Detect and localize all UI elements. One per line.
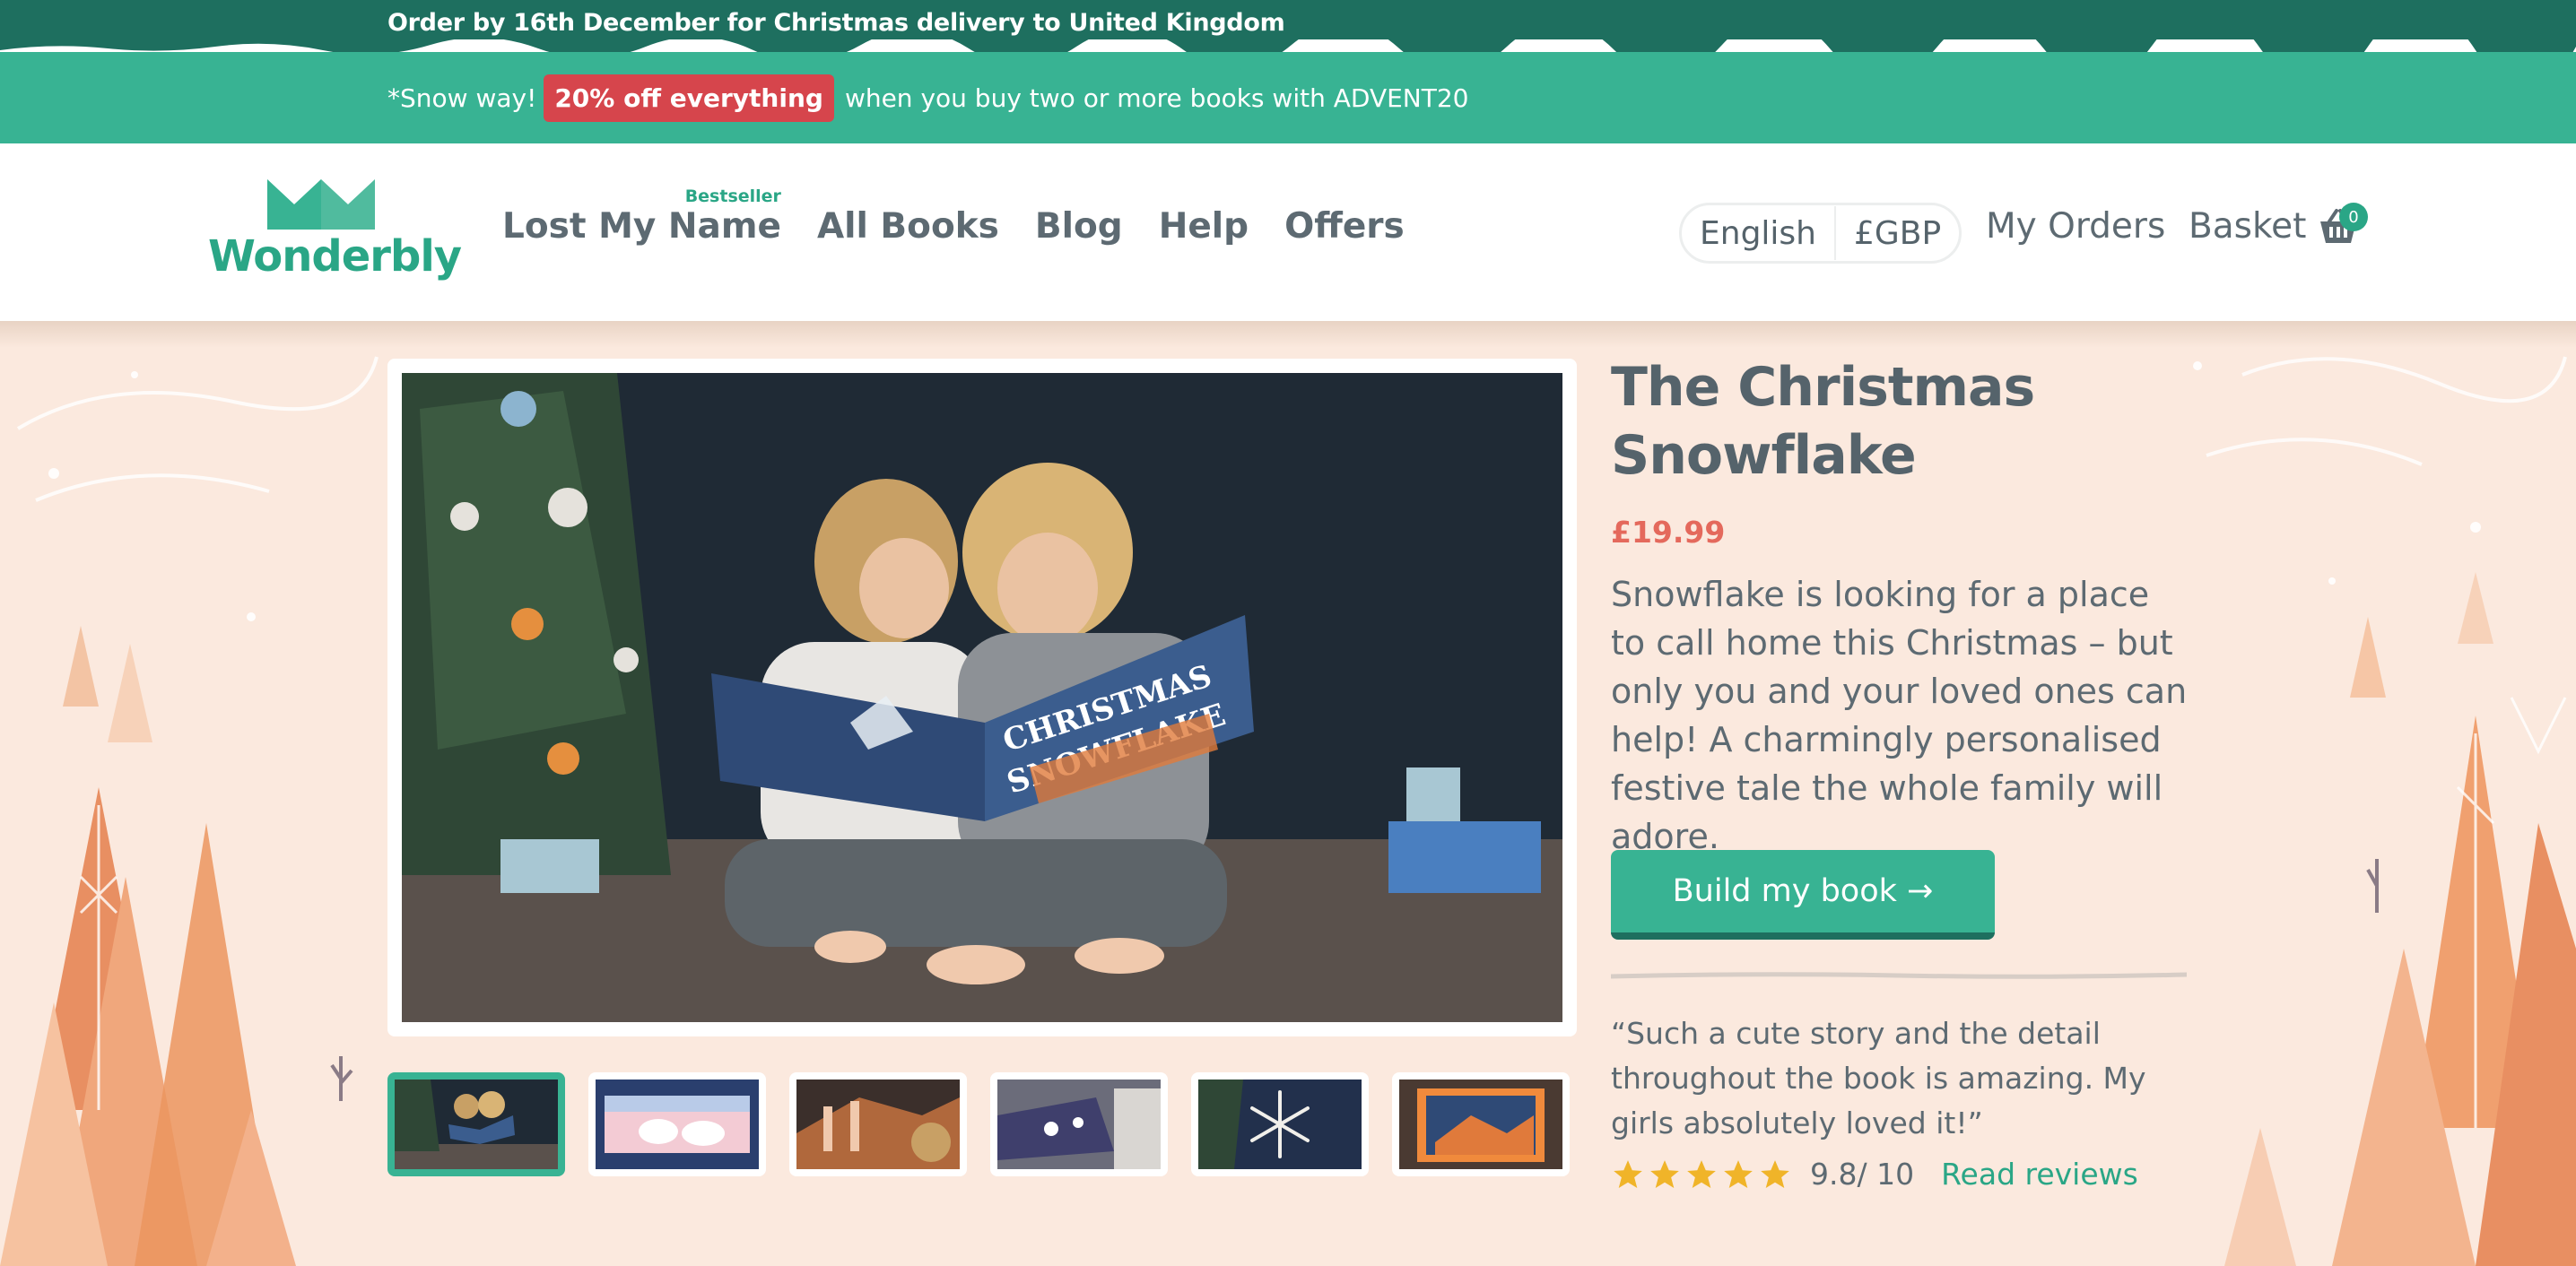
logo-text: Wonderbly [208, 231, 462, 282]
promo-prefix: *Snow way! [387, 82, 537, 113]
thumbnail-1[interactable] [387, 1072, 565, 1176]
promo-badge: 20% off everything [544, 74, 834, 122]
thumbnail-3-image [796, 1080, 960, 1169]
thumbnail-3[interactable] [789, 1072, 967, 1176]
rating-score: 9.8/ 10 [1810, 1157, 1915, 1192]
promo-suffix: when you buy two or more books with ADVE… [844, 82, 1469, 113]
logo[interactable]: Wonderbly [208, 178, 462, 289]
header-shadow [0, 321, 2576, 348]
thumbnail-2-image [596, 1080, 759, 1169]
main-product-image-frame: CHRISTMAS SNOWFLAKE [387, 359, 1577, 1036]
product-price: £19.99 [1611, 515, 1726, 550]
nav-item-offers[interactable]: Offers [1284, 206, 1405, 247]
thumbnail-6-image [1399, 1080, 1562, 1169]
product-description: Snowflake is looking for a place to call… [1611, 575, 2188, 856]
basket-count-badge: 0 [2339, 203, 2368, 231]
nav-item-help[interactable]: Help [1159, 206, 1249, 247]
basket-label: Basket [2189, 206, 2307, 247]
customer-quote: “Such a cute story and the detail throug… [1611, 1016, 2146, 1140]
thumbnail-1-image [395, 1080, 558, 1169]
nav-item-all-books[interactable]: All Books [817, 206, 999, 247]
build-my-book-button[interactable]: Build my book → [1611, 850, 1995, 940]
star-icon [1724, 1159, 1753, 1188]
main-nav: Lost My Name Bestseller All Books Blog H… [502, 186, 1405, 247]
star-icon [1650, 1159, 1679, 1188]
read-reviews-link[interactable]: Read reviews [1941, 1157, 2138, 1192]
product-title: The Christmas Snowflake [1611, 356, 2035, 487]
my-orders-link[interactable]: My Orders [1986, 206, 2165, 247]
thumbnail-5-image [1198, 1080, 1362, 1169]
star-icon [1761, 1159, 1789, 1188]
thumbnail-2[interactable] [588, 1072, 766, 1176]
currency-selector[interactable]: £GBP [1836, 215, 1959, 252]
site-header: Wonderbly Lost My Name Bestseller All Bo… [0, 143, 2576, 321]
locale-selector: English £GBP [1679, 203, 1962, 264]
promo-banner: *Snow way! 20% off everything when you b… [0, 52, 2576, 143]
basket-button[interactable]: Basket [2189, 206, 2360, 247]
bestseller-badge: Bestseller [684, 186, 781, 206]
star-rating [1611, 1158, 1792, 1192]
thumbnail-strip [387, 1072, 1570, 1176]
language-selector[interactable]: English [1682, 215, 1834, 252]
nav-label: Lost My Name [502, 206, 781, 247]
thumbnail-5[interactable] [1191, 1072, 1369, 1176]
main-product-photo[interactable]: CHRISTMAS SNOWFLAKE [402, 373, 1562, 1022]
thumbnail-4-image [997, 1080, 1161, 1169]
nav-item-blog[interactable]: Blog [1035, 206, 1123, 247]
star-icon [1614, 1159, 1642, 1188]
rating-summary: 9.8/ 10 Read reviews [1611, 1157, 2138, 1192]
star-icon [1687, 1159, 1716, 1188]
delivery-banner: Order by 16th December for Christmas del… [0, 0, 2576, 57]
thumbnail-4[interactable] [990, 1072, 1168, 1176]
thumbnail-6[interactable] [1392, 1072, 1570, 1176]
delivery-banner-text: Order by 16th December for Christmas del… [387, 9, 1285, 37]
nav-item-lost-my-name[interactable]: Lost My Name Bestseller [502, 186, 781, 247]
section-divider [1611, 972, 2187, 979]
